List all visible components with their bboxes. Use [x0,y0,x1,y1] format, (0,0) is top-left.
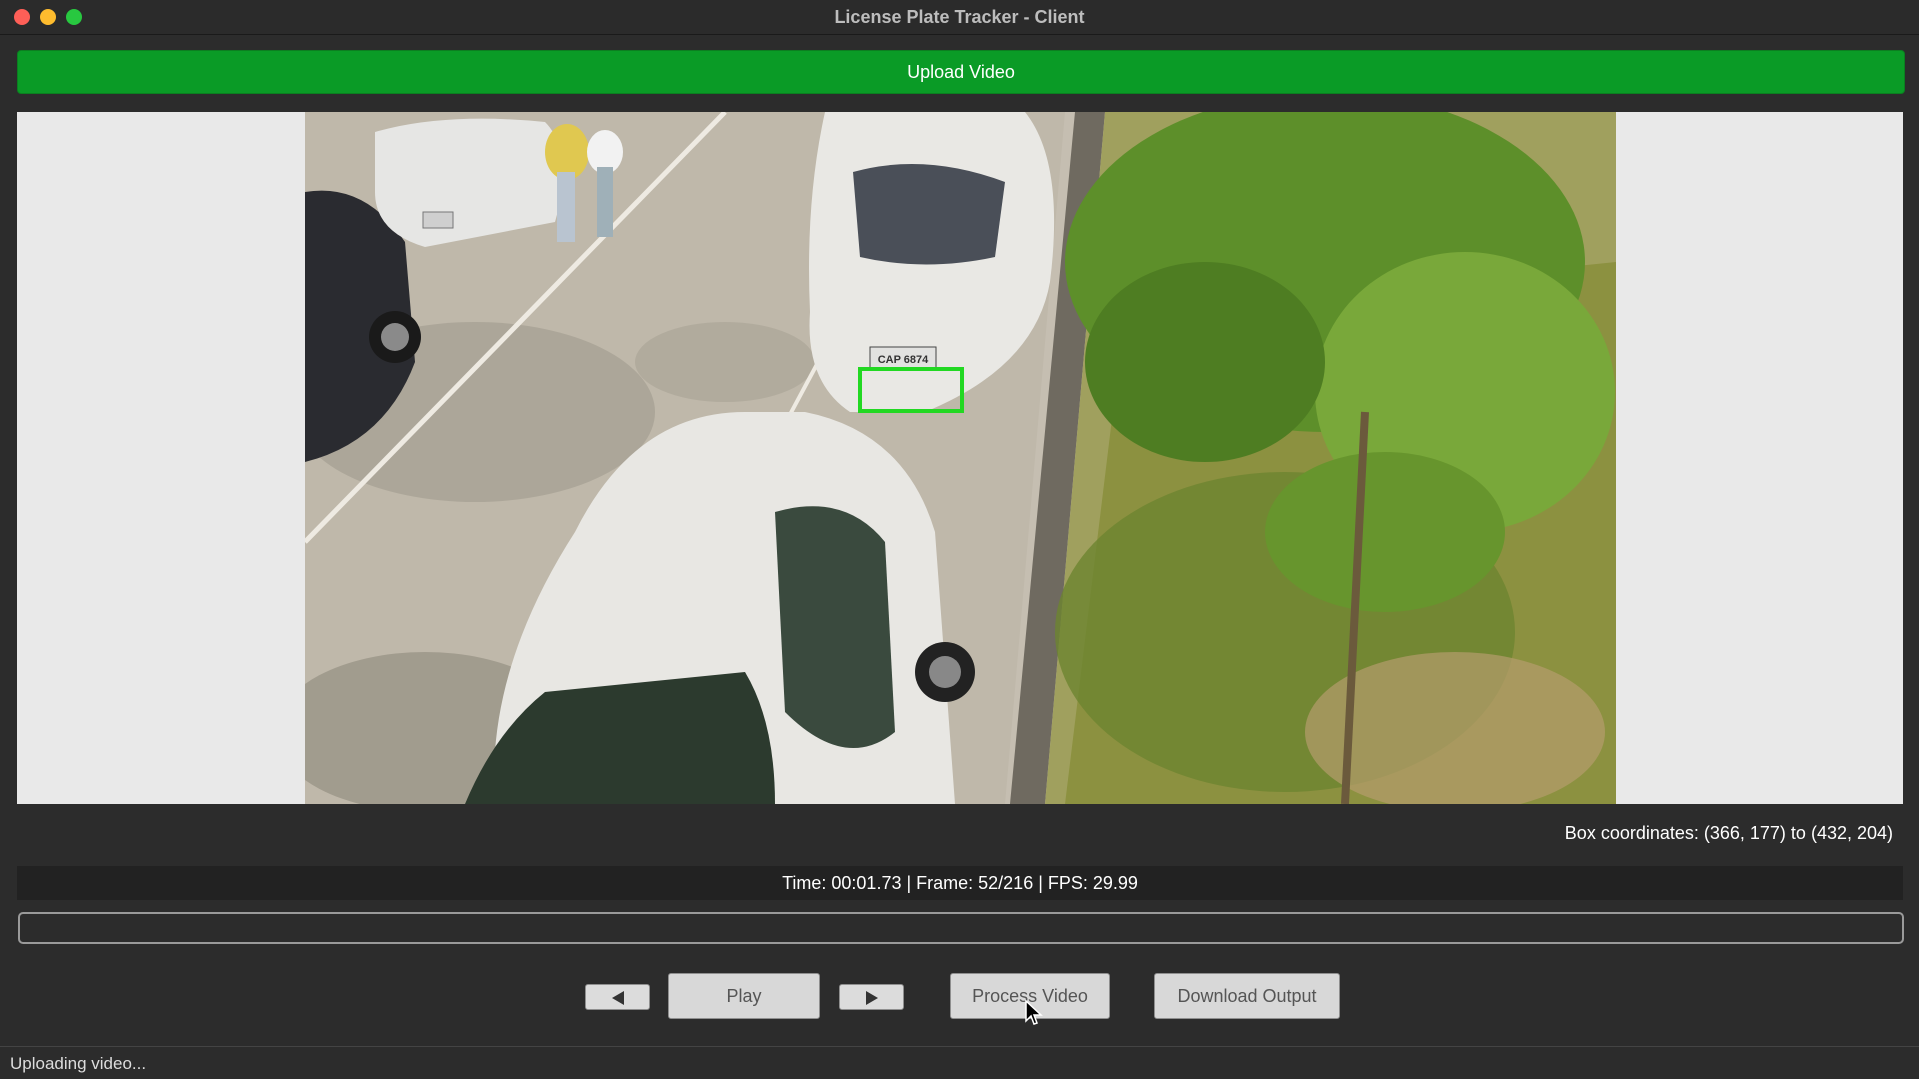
box-coordinates-label: Box coordinates: (366, 177) to (432, 204… [1564,823,1893,843]
next-frame-icon [865,991,878,1006]
download-output-button[interactable]: Download Output [1154,973,1340,1019]
video-frame: CAP 6874 [305,112,1616,804]
upload-video-button[interactable]: Upload Video [17,50,1905,94]
next-frame-button[interactable] [839,984,904,1010]
plate-text: CAP 6874 [878,354,929,366]
play-button[interactable]: Play [668,973,820,1019]
status-bar: Uploading video... [0,1046,1919,1079]
title-bar: License Plate Tracker - Client [0,0,1919,35]
window-title: License Plate Tracker - Client [834,7,1085,27]
prev-frame-icon [611,991,624,1006]
app-window: License Plate Tracker - Client Upload Vi… [0,0,1919,1079]
time-frame-status: Time: 00:01.73 | Frame: 52/216 | FPS: 29… [17,866,1903,900]
prev-frame-button[interactable] [585,984,650,1010]
video-frame-image: CAP 6874 [305,112,1616,804]
progress-bar [18,912,1904,944]
mouse-cursor-icon [1025,1000,1043,1025]
video-display: CAP 6874 [17,112,1903,804]
